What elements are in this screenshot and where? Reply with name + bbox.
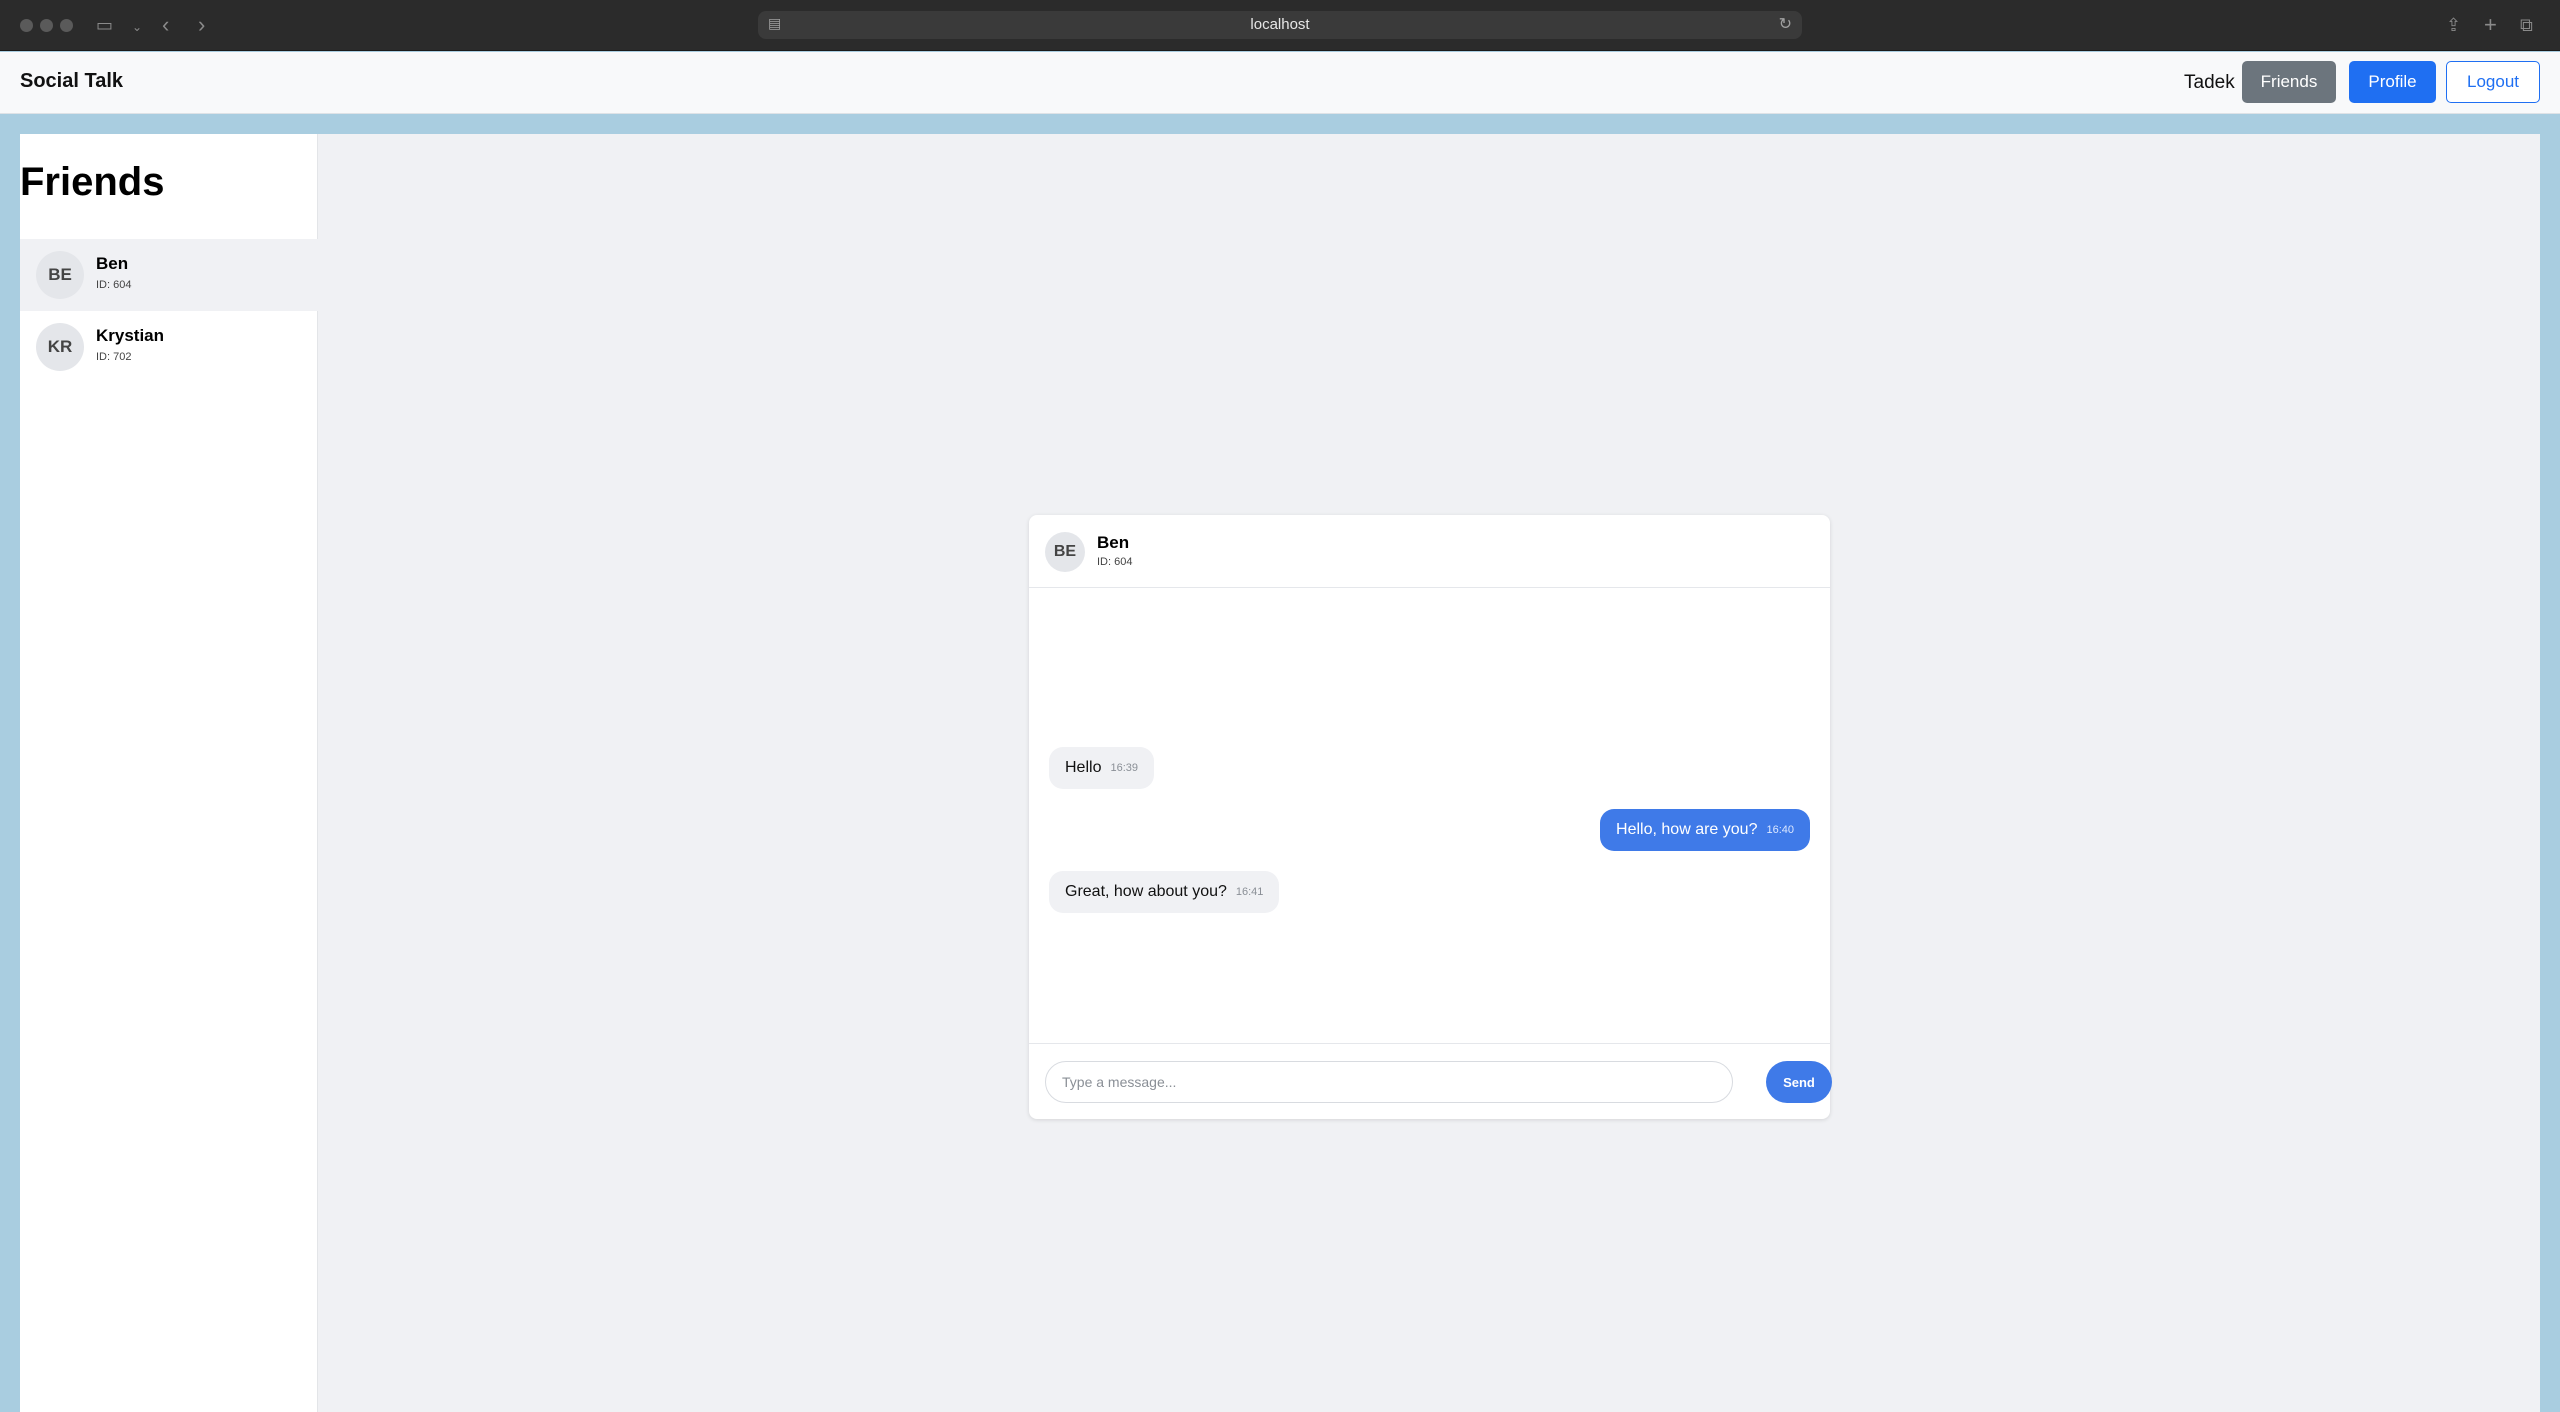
address-bar[interactable]: ▤ localhost ↻ xyxy=(758,11,1802,39)
message-outgoing: Hello, how are you? 16:40 xyxy=(1600,809,1810,851)
avatar: KR xyxy=(36,323,84,371)
message-incoming: Hello 16:39 xyxy=(1049,747,1154,789)
logout-button[interactable]: Logout xyxy=(2446,61,2540,103)
friend-item-ben[interactable]: BE Ben ID: 604 xyxy=(20,239,318,311)
message-time: 16:40 xyxy=(1766,824,1794,836)
chat-header: BE Ben ID: 604 xyxy=(1029,515,1830,588)
url-text[interactable]: localhost xyxy=(758,16,1802,33)
browser-toolbar: ▭ ⌄ ‹ › ▤ localhost ↻ ⇪ + ⧉ xyxy=(0,0,2560,51)
chat-contact-name: Ben xyxy=(1097,533,1130,552)
zoom-window-button[interactable] xyxy=(60,19,73,32)
message-time: 16:41 xyxy=(1235,886,1264,898)
message-input[interactable] xyxy=(1045,1061,1733,1103)
reload-icon[interactable]: ↻ xyxy=(1779,14,1792,34)
message-incoming: Great, how about you? 16:41 xyxy=(1049,871,1280,913)
forward-icon[interactable]: › xyxy=(198,12,205,38)
chevron-down-icon[interactable]: ⌄ xyxy=(132,14,142,40)
friend-item-krystian[interactable]: KR Krystian ID: 702 xyxy=(20,311,318,383)
avatar: BE xyxy=(36,251,84,299)
friends-sidebar: Friends BE Ben ID: 604 KR Krystian ID: 7… xyxy=(20,134,318,1412)
message-time: 16:39 xyxy=(1110,762,1138,774)
minimize-window-button[interactable] xyxy=(40,19,53,32)
sidebar-title: Friends xyxy=(20,160,165,204)
main-content: Friends BE Ben ID: 604 KR Krystian ID: 7… xyxy=(20,134,2540,1412)
avatar: BE xyxy=(1045,532,1085,572)
tab-overview-icon[interactable]: ⧉ xyxy=(2520,12,2533,38)
message-text: Great, how about you? xyxy=(1065,883,1227,900)
sidebar-toggle-icon[interactable]: ▭ xyxy=(96,12,113,38)
message-text: Hello xyxy=(1065,759,1102,776)
send-button[interactable]: Send xyxy=(1766,1061,1832,1103)
friend-name: Krystian xyxy=(96,326,165,345)
app-header: Social Talk Tadek Friends Profile Logout xyxy=(0,52,2560,114)
brand-title[interactable]: Social Talk xyxy=(20,70,123,93)
back-icon[interactable]: ‹ xyxy=(162,12,169,38)
friend-id: ID: 604 xyxy=(96,279,132,291)
profile-button[interactable]: Profile xyxy=(2349,61,2436,103)
close-window-button[interactable] xyxy=(20,19,33,32)
message-text: Hello, how are you? xyxy=(1616,821,1758,838)
friend-id: ID: 702 xyxy=(96,351,132,363)
chat-window: BE Ben ID: 604 Hello 16:39 Hello, how ar… xyxy=(1029,515,1832,1119)
current-user-name: Tadek xyxy=(2184,72,2235,93)
new-tab-icon[interactable]: + xyxy=(2484,12,2497,38)
friends-button[interactable]: Friends xyxy=(2242,61,2336,103)
friend-name: Ben xyxy=(96,254,129,273)
share-icon[interactable]: ⇪ xyxy=(2446,12,2461,38)
chat-contact-id: ID: 604 xyxy=(1097,556,1133,568)
chat-composer: Send xyxy=(1029,1043,1832,1119)
